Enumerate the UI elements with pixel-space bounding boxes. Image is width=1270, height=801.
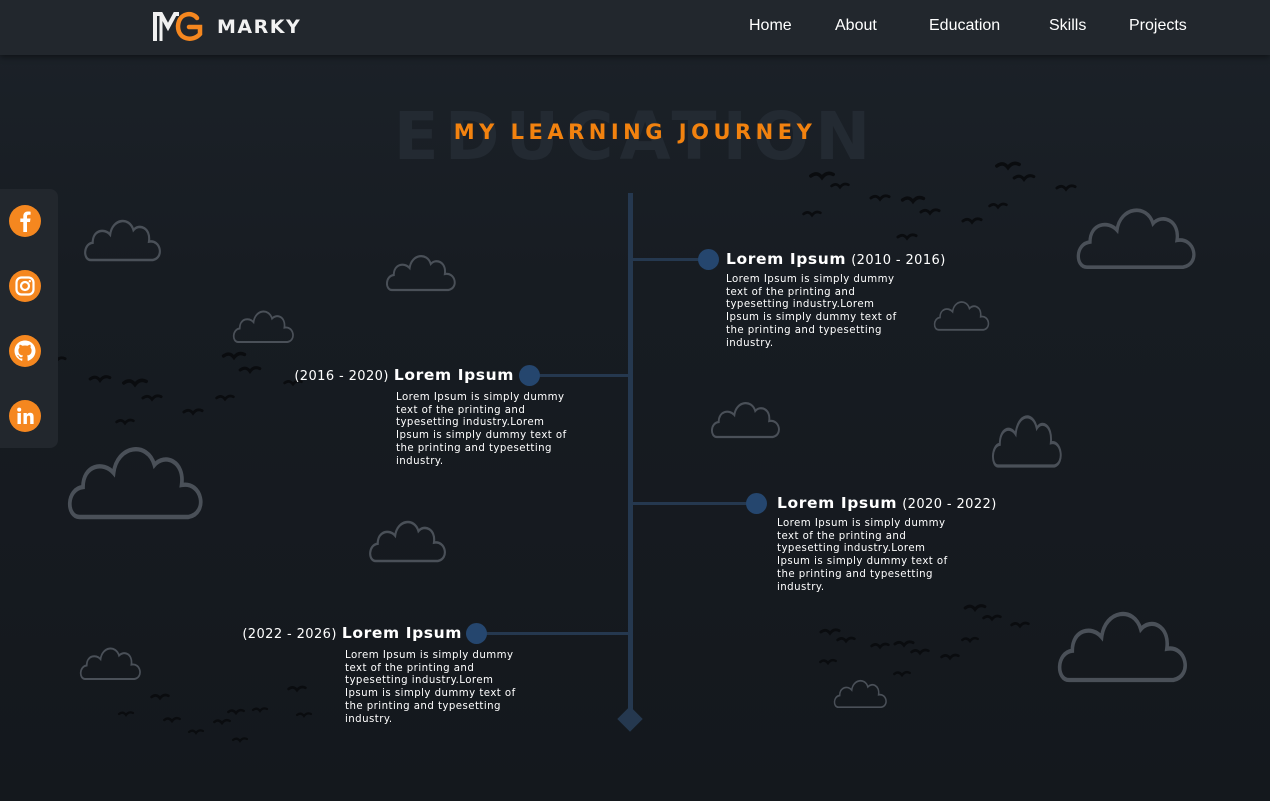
entry-date: (2022 - 2026) (242, 627, 337, 642)
entry-title: Lorem Ipsum (393, 366, 514, 384)
cloud (833, 679, 887, 709)
entry-title: Lorem Ipsum (777, 494, 898, 512)
cloud (1060, 614, 1186, 680)
cloud (1076, 208, 1196, 270)
cloud (79, 647, 142, 680)
timeline-dot (698, 249, 719, 270)
timeline-dot (746, 493, 767, 514)
cloud (83, 219, 162, 262)
cloud (232, 310, 295, 343)
timeline-connector (538, 374, 628, 377)
entry-description: Lorem Ipsum is simply dummy text of the … (726, 274, 897, 349)
timeline-entry: (2022 - 2026) Lorem Ipsum Lorem Ipsum is… (242, 622, 515, 732)
timeline-connector (485, 632, 628, 635)
entry-header: (2016 - 2020) Lorem Ipsum (294, 364, 514, 386)
linkedin-icon[interactable] (9, 400, 41, 432)
entry-description: Lorem Ipsum is simply dummy text of the … (777, 518, 948, 593)
github-icon[interactable] (9, 335, 41, 367)
timeline-entry: (2016 - 2020) Lorem Ipsum Lorem Ipsum is… (294, 364, 566, 474)
nav-projects[interactable]: Projects (1129, 17, 1187, 35)
nav-skills[interactable]: Skills (1049, 17, 1086, 35)
entry-header: (2022 - 2026) Lorem Ipsum (242, 622, 462, 644)
nav-home[interactable]: Home (749, 17, 792, 35)
entry-description: Lorem Ipsum is simply dummy text of the … (345, 650, 516, 725)
timeline-dot (466, 623, 487, 644)
facebook-icon[interactable] (9, 205, 41, 237)
entry-date: (2020 - 2022) (902, 497, 997, 512)
timeline-connector (633, 258, 705, 261)
nav-education[interactable]: Education (929, 17, 1000, 35)
timeline-line (628, 193, 633, 718)
timeline-entry: Lorem Ipsum (2010 - 2016) Lorem Ipsum is… (726, 248, 946, 350)
instagram-icon[interactable] (9, 270, 41, 302)
nav-links: Home About Education Skills Projects (0, 17, 1270, 39)
timeline-connector (633, 502, 755, 505)
section-title: MY LEARNING JOURNEY (453, 120, 817, 144)
entry-title: Lorem Ipsum (726, 250, 847, 268)
social-sidebar (0, 189, 58, 448)
cloud (385, 255, 456, 292)
education-page: MARKY Home About Education Skills Projec… (0, 0, 1270, 801)
entry-header: Lorem Ipsum (2020 - 2022) (777, 492, 997, 514)
cloud (70, 449, 201, 517)
navbar: MARKY Home About Education Skills Projec… (0, 0, 1270, 55)
entry-date: (2016 - 2020) (294, 369, 389, 384)
entry-description: Lorem Ipsum is simply dummy text of the … (396, 392, 567, 467)
timeline-dot (519, 365, 540, 386)
timeline-entry: Lorem Ipsum (2020 - 2022) Lorem Ipsum is… (777, 492, 997, 594)
nav-about[interactable]: About (835, 17, 877, 35)
entry-title: Lorem Ipsum (341, 624, 462, 642)
entry-header: Lorem Ipsum (2010 - 2016) (726, 248, 946, 270)
cloud (368, 520, 447, 563)
entry-date: (2010 - 2016) (851, 253, 946, 268)
cloud (991, 415, 1063, 468)
cloud (710, 402, 781, 439)
